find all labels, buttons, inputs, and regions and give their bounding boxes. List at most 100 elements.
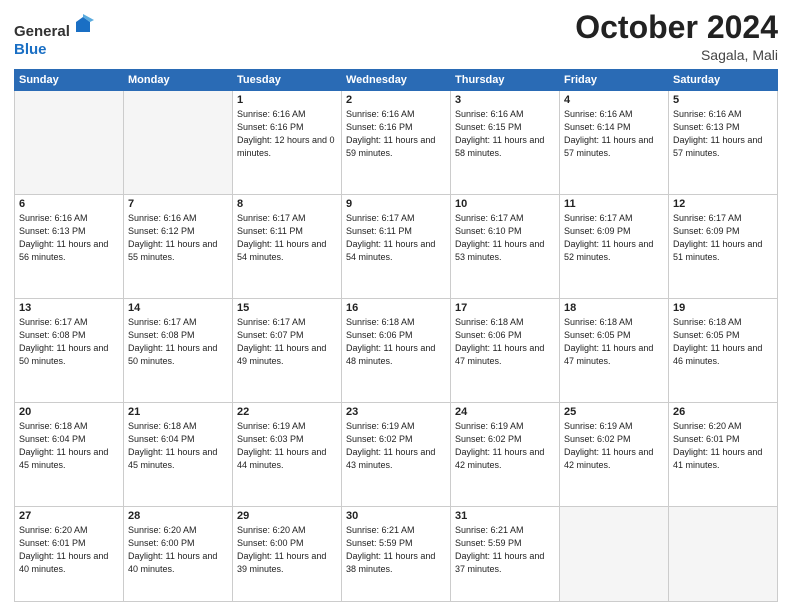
calendar-day-cell: 5 Sunrise: 6:16 AMSunset: 6:13 PMDaylight… <box>669 91 778 195</box>
day-number: 26 <box>673 406 773 418</box>
day-info: Sunrise: 6:19 AMSunset: 6:02 PMDaylight:… <box>346 420 446 472</box>
day-number: 22 <box>237 406 337 418</box>
day-number: 3 <box>455 94 555 106</box>
calendar-day-cell <box>124 91 233 195</box>
calendar-day-cell: 16 Sunrise: 6:18 AMSunset: 6:06 PMDayligh… <box>342 299 451 403</box>
day-info: Sunrise: 6:17 AMSunset: 6:10 PMDaylight:… <box>455 212 555 264</box>
day-info: Sunrise: 6:17 AMSunset: 6:08 PMDaylight:… <box>19 316 119 368</box>
calendar-day-cell: 10Sunrise: 6:17 AMSunset: 6:10 PMDayligh… <box>451 195 560 299</box>
day-info: Sunrise: 6:16 AMSunset: 6:16 PMDaylight:… <box>346 108 446 160</box>
day-info: Sunrise: 6:21 AMSunset: 5:59 PMDaylight:… <box>455 524 555 576</box>
calendar-day-cell: 7 Sunrise: 6:16 AMSunset: 6:12 PMDaylight… <box>124 195 233 299</box>
calendar-day-cell: 18 Sunrise: 6:18 AMSunset: 6:05 PMDayligh… <box>560 299 669 403</box>
day-info: Sunrise: 6:16 AMSunset: 6:16 PMDaylight:… <box>237 108 337 160</box>
day-info: Sunrise: 6:17 AMSunset: 6:08 PMDaylight:… <box>128 316 228 368</box>
calendar-day-cell: 17Sunrise: 6:18 AMSunset: 6:06 PMDayligh… <box>451 299 560 403</box>
day-info: Sunrise: 6:16 AMSunset: 6:12 PMDaylight:… <box>128 212 228 264</box>
calendar-day-cell: 24 Sunrise: 6:19 AMSunset: 6:02 PMDayligh… <box>451 402 560 506</box>
logo-icon <box>72 14 94 36</box>
location-title: Sagala, Mali <box>575 47 778 63</box>
day-info: Sunrise: 6:18 AMSunset: 6:05 PMDaylight:… <box>564 316 664 368</box>
page: General Blue October 2024 Sagala, Mali S… <box>0 0 792 612</box>
day-info: Sunrise: 6:18 AMSunset: 6:04 PMDaylight:… <box>128 420 228 472</box>
day-info: Sunrise: 6:16 AMSunset: 6:13 PMDaylight:… <box>673 108 773 160</box>
day-number: 31 <box>455 510 555 522</box>
day-info: Sunrise: 6:17 AMSunset: 6:09 PMDaylight:… <box>673 212 773 264</box>
weekday-header-row: SundayMondayTuesdayWednesdayThursdayFrid… <box>15 70 778 91</box>
day-number: 18 <box>564 302 664 314</box>
day-info: Sunrise: 6:18 AMSunset: 6:05 PMDaylight:… <box>673 316 773 368</box>
calendar-day-cell: 20Sunrise: 6:18 AMSunset: 6:04 PMDayligh… <box>15 402 124 506</box>
day-number: 5 <box>673 94 773 106</box>
calendar-day-cell: 2 Sunrise: 6:16 AMSunset: 6:16 PMDaylight… <box>342 91 451 195</box>
calendar-day-cell: 30 Sunrise: 6:21 AMSunset: 5:59 PMDayligh… <box>342 506 451 601</box>
calendar-day-cell: 28 Sunrise: 6:20 AMSunset: 6:00 PMDayligh… <box>124 506 233 601</box>
day-number: 17 <box>455 302 555 314</box>
day-info: Sunrise: 6:20 AMSunset: 6:01 PMDaylight:… <box>19 524 119 576</box>
day-number: 12 <box>673 198 773 210</box>
calendar-day-cell: 3 Sunrise: 6:16 AMSunset: 6:15 PMDaylight… <box>451 91 560 195</box>
calendar-week-row: 1 Sunrise: 6:16 AMSunset: 6:16 PMDaylight… <box>15 91 778 195</box>
logo: General Blue <box>14 14 94 59</box>
day-info: Sunrise: 6:18 AMSunset: 6:04 PMDaylight:… <box>19 420 119 472</box>
day-info: Sunrise: 6:17 AMSunset: 6:11 PMDaylight:… <box>237 212 337 264</box>
calendar-day-cell: 15 Sunrise: 6:17 AMSunset: 6:07 PMDayligh… <box>233 299 342 403</box>
calendar-week-row: 27Sunrise: 6:20 AMSunset: 6:01 PMDayligh… <box>15 506 778 601</box>
day-info: Sunrise: 6:20 AMSunset: 6:00 PMDaylight:… <box>237 524 337 576</box>
calendar-week-row: 13Sunrise: 6:17 AMSunset: 6:08 PMDayligh… <box>15 299 778 403</box>
day-info: Sunrise: 6:20 AMSunset: 6:00 PMDaylight:… <box>128 524 228 576</box>
calendar-day-cell: 13Sunrise: 6:17 AMSunset: 6:08 PMDayligh… <box>15 299 124 403</box>
calendar-day-cell: 4 Sunrise: 6:16 AMSunset: 6:14 PMDaylight… <box>560 91 669 195</box>
calendar-day-cell: 23Sunrise: 6:19 AMSunset: 6:02 PMDayligh… <box>342 402 451 506</box>
weekday-header-saturday: Saturday <box>669 70 778 91</box>
day-number: 11 <box>564 198 664 210</box>
calendar-day-cell: 21 Sunrise: 6:18 AMSunset: 6:04 PMDayligh… <box>124 402 233 506</box>
calendar-day-cell <box>669 506 778 601</box>
calendar-day-cell: 11 Sunrise: 6:17 AMSunset: 6:09 PMDayligh… <box>560 195 669 299</box>
day-number: 15 <box>237 302 337 314</box>
calendar-day-cell <box>560 506 669 601</box>
day-number: 25 <box>564 406 664 418</box>
weekday-header-thursday: Thursday <box>451 70 560 91</box>
day-info: Sunrise: 6:16 AMSunset: 6:15 PMDaylight:… <box>455 108 555 160</box>
calendar-day-cell: 22 Sunrise: 6:19 AMSunset: 6:03 PMDayligh… <box>233 402 342 506</box>
day-number: 16 <box>346 302 446 314</box>
calendar-day-cell: 9Sunrise: 6:17 AMSunset: 6:11 PMDaylight… <box>342 195 451 299</box>
calendar-day-cell <box>15 91 124 195</box>
day-number: 1 <box>237 94 337 106</box>
calendar-week-row: 20Sunrise: 6:18 AMSunset: 6:04 PMDayligh… <box>15 402 778 506</box>
calendar-day-cell: 8 Sunrise: 6:17 AMSunset: 6:11 PMDaylight… <box>233 195 342 299</box>
day-number: 4 <box>564 94 664 106</box>
day-info: Sunrise: 6:21 AMSunset: 5:59 PMDaylight:… <box>346 524 446 576</box>
calendar-day-cell: 19 Sunrise: 6:18 AMSunset: 6:05 PMDayligh… <box>669 299 778 403</box>
month-title: October 2024 <box>575 10 778 45</box>
weekday-header-monday: Monday <box>124 70 233 91</box>
day-number: 7 <box>128 198 228 210</box>
weekday-header-wednesday: Wednesday <box>342 70 451 91</box>
calendar-day-cell: 25Sunrise: 6:19 AMSunset: 6:02 PMDayligh… <box>560 402 669 506</box>
day-number: 24 <box>455 406 555 418</box>
calendar-day-cell: 1 Sunrise: 6:16 AMSunset: 6:16 PMDaylight… <box>233 91 342 195</box>
calendar-day-cell: 26 Sunrise: 6:20 AMSunset: 6:01 PMDayligh… <box>669 402 778 506</box>
day-number: 30 <box>346 510 446 522</box>
day-info: Sunrise: 6:20 AMSunset: 6:01 PMDaylight:… <box>673 420 773 472</box>
day-info: Sunrise: 6:19 AMSunset: 6:02 PMDaylight:… <box>455 420 555 472</box>
day-info: Sunrise: 6:16 AMSunset: 6:14 PMDaylight:… <box>564 108 664 160</box>
day-number: 29 <box>237 510 337 522</box>
day-number: 28 <box>128 510 228 522</box>
day-number: 2 <box>346 94 446 106</box>
calendar-day-cell: 27Sunrise: 6:20 AMSunset: 6:01 PMDayligh… <box>15 506 124 601</box>
day-info: Sunrise: 6:17 AMSunset: 6:09 PMDaylight:… <box>564 212 664 264</box>
day-number: 19 <box>673 302 773 314</box>
logo-blue-text: Blue <box>14 41 47 58</box>
calendar-day-cell: 12 Sunrise: 6:17 AMSunset: 6:09 PMDayligh… <box>669 195 778 299</box>
day-info: Sunrise: 6:19 AMSunset: 6:03 PMDaylight:… <box>237 420 337 472</box>
weekday-header-sunday: Sunday <box>15 70 124 91</box>
day-number: 9 <box>346 198 446 210</box>
day-info: Sunrise: 6:17 AMSunset: 6:07 PMDaylight:… <box>237 316 337 368</box>
day-info: Sunrise: 6:18 AMSunset: 6:06 PMDaylight:… <box>346 316 446 368</box>
header: General Blue October 2024 Sagala, Mali <box>14 10 778 63</box>
day-number: 21 <box>128 406 228 418</box>
day-number: 6 <box>19 198 119 210</box>
day-number: 8 <box>237 198 337 210</box>
